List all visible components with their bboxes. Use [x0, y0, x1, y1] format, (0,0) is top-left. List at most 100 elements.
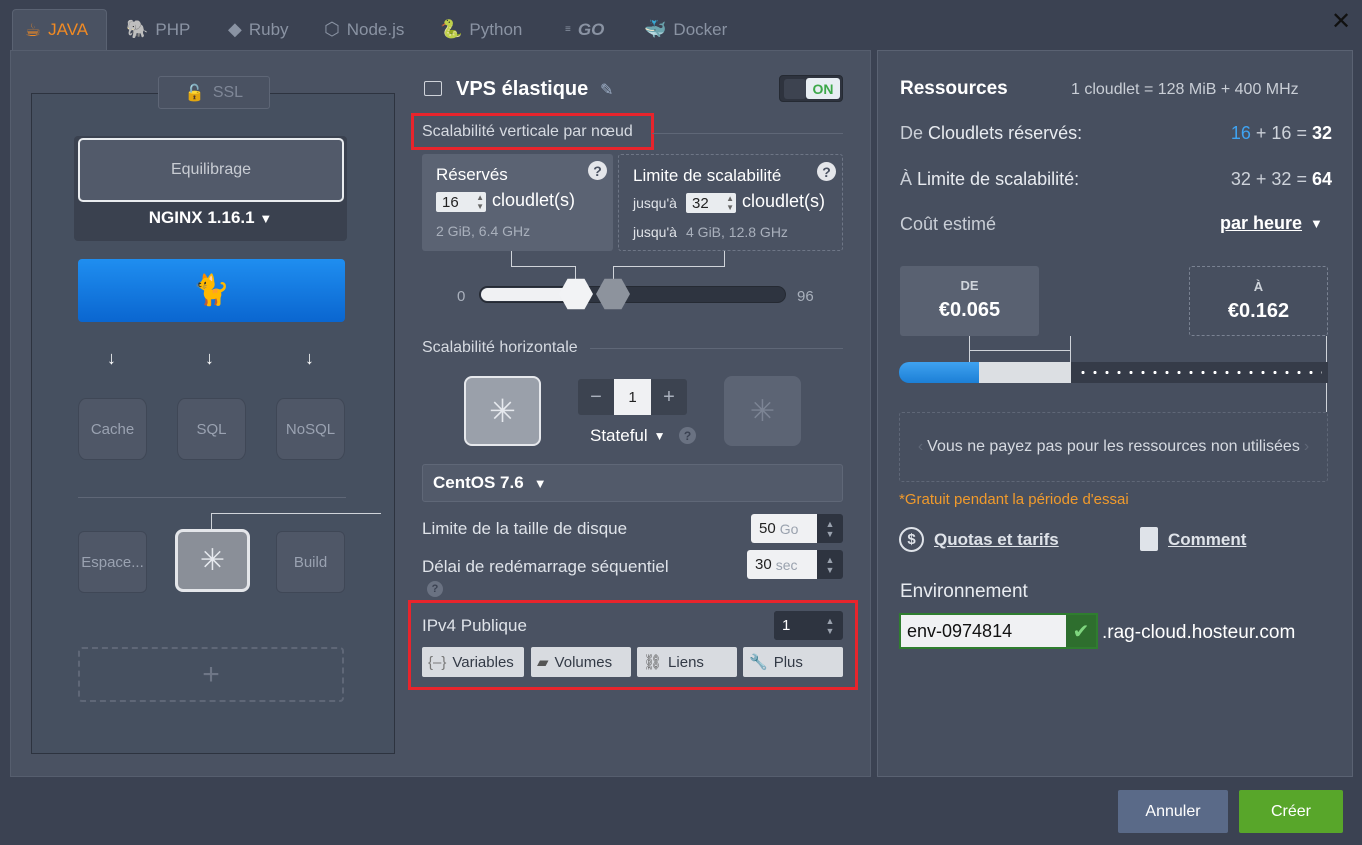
- more-button[interactable]: 🔧 Plus: [743, 647, 843, 677]
- connector-line: [575, 266, 576, 280]
- environment-name-input[interactable]: env-0974814 ✔: [899, 613, 1098, 649]
- help-icon[interactable]: ?: [427, 581, 443, 597]
- environment-domain: .rag-cloud.hosteur.com: [1102, 622, 1296, 643]
- link-icon: ⛓: [643, 654, 663, 671]
- cost-period-select[interactable]: par heure ▼: [1220, 213, 1323, 234]
- reserved-row-value: 16 + 16 = 32: [1230, 123, 1332, 143]
- tab-ruby[interactable]: ◆ Ruby: [216, 9, 301, 50]
- divider: [78, 497, 346, 498]
- tab-java[interactable]: ☕ JAVA: [12, 9, 107, 50]
- cache-node[interactable]: Cache: [78, 398, 147, 460]
- spinner-arrows-icon[interactable]: ▲ ▼: [817, 550, 843, 579]
- horizontal-scaling-label: Scalabilité horizontale: [422, 339, 578, 356]
- centos-node[interactable]: ✳: [464, 376, 541, 446]
- go-icon: ≡: [565, 24, 571, 35]
- minus-button[interactable]: −: [578, 379, 614, 415]
- docker-icon: 🐳: [644, 19, 667, 39]
- chevron-right-icon: ›: [1303, 438, 1310, 455]
- reserved-cloudlets-input[interactable]: 16 ▲ ▼: [436, 192, 486, 212]
- arrow-down-icon: ↓: [107, 348, 116, 368]
- sql-node[interactable]: SQL: [177, 398, 246, 460]
- caret-down-icon: ▼: [653, 429, 666, 443]
- dollar-icon: $: [899, 527, 924, 552]
- tab-docker[interactable]: 🐳 Docker: [632, 9, 739, 50]
- links-button[interactable]: ⛓ Liens: [637, 647, 737, 677]
- volumes-button[interactable]: ▰ Volumes: [531, 647, 631, 677]
- balancer-version-select[interactable]: NGINX 1.16.1 ▼: [74, 208, 347, 228]
- limit-prefix: jusqu'à: [633, 195, 677, 211]
- help-icon[interactable]: ?: [679, 427, 696, 444]
- limit-row-value: 32 + 32 = 64: [1230, 169, 1332, 189]
- caret-down-icon: ▼: [259, 211, 273, 226]
- nosql-node[interactable]: NoSQL: [276, 398, 345, 460]
- limit-cloudlets-input[interactable]: 32 ▲ ▼: [686, 193, 736, 213]
- vps-title: VPS élastique: [456, 78, 589, 100]
- connector-line: [969, 336, 1071, 362]
- help-icon[interactable]: ?: [817, 162, 836, 181]
- ipv4-input[interactable]: 1 ▲ ▼: [774, 611, 843, 640]
- cost-progress-bar: [899, 362, 1328, 383]
- tab-go[interactable]: ≡ GO: [553, 9, 616, 50]
- spinner-arrows-icon[interactable]: ▲ ▼: [817, 611, 843, 640]
- divider: [590, 348, 843, 349]
- arrow-down-icon: ↓: [305, 348, 314, 368]
- connector-line: [511, 251, 575, 267]
- tab-nodejs[interactable]: ⬡ Node.js: [312, 9, 416, 50]
- price-from-card: DE €0.065: [900, 266, 1039, 336]
- build-node[interactable]: Build: [276, 531, 345, 593]
- connector-line: [613, 251, 725, 267]
- ruby-icon: ◆: [228, 19, 242, 39]
- os-select[interactable]: CentOS 7.6 ▼: [422, 464, 843, 502]
- chevron-left-icon: ‹: [917, 438, 924, 455]
- variables-button[interactable]: {–} Variables: [422, 647, 524, 677]
- java-icon: ☕: [25, 19, 42, 40]
- caret-down-icon: ▼: [1310, 216, 1323, 231]
- slider-max: 96: [797, 288, 814, 305]
- cost-label: Coût estimé: [900, 214, 997, 234]
- folder-icon: ▰: [537, 654, 549, 671]
- limit-specs-prefix: jusqu'à: [633, 224, 677, 240]
- tab-php[interactable]: 🐘 PHP: [114, 9, 202, 50]
- add-node-button[interactable]: +: [78, 647, 344, 702]
- reserved-title: Réservés: [436, 165, 508, 184]
- environment-label: Environnement: [900, 581, 1028, 602]
- quotas-link[interactable]: Quotas et tarifs: [934, 530, 1059, 550]
- create-button[interactable]: Créer: [1239, 790, 1343, 833]
- checkmark-icon: ✔: [1066, 615, 1096, 647]
- mode-select[interactable]: Stateful ▼: [590, 426, 666, 446]
- limit-title: Limite de scalabilité: [633, 166, 782, 185]
- tomcat-icon: 🐈: [192, 274, 231, 307]
- ipv4-label: IPv4 Publique: [422, 616, 527, 635]
- disk-limit-input[interactable]: 50 Go ▲ ▼: [751, 514, 843, 543]
- node-count-stepper[interactable]: − 1 +: [578, 379, 687, 415]
- spinner-arrows-icon: ▲ ▼: [476, 193, 484, 211]
- centos-icon: ✳: [489, 393, 516, 429]
- close-icon[interactable]: ✕: [1328, 8, 1354, 35]
- wrench-icon: 🔧: [749, 654, 768, 671]
- vertical-scaling-label: Scalabilité verticale par nœud: [422, 123, 633, 140]
- storage-node[interactable]: Espace...: [78, 531, 147, 593]
- balancer-button[interactable]: Equilibrage: [78, 138, 344, 202]
- braces-icon: {–}: [428, 653, 447, 671]
- plus-button[interactable]: +: [651, 379, 687, 415]
- reserved-row-label: De Cloudlets réservés:: [900, 123, 1083, 143]
- restart-delay-label: Délai de redémarrage séquentiel: [422, 557, 669, 576]
- ssl-button[interactable]: 🔓 SSL: [158, 76, 270, 109]
- tab-python[interactable]: 🐍 Python: [428, 9, 534, 50]
- reserved-cost-fill: [899, 362, 979, 383]
- pencil-icon[interactable]: ✎: [600, 80, 613, 100]
- php-icon: 🐘: [126, 19, 149, 39]
- reserved-specs: 2 GiB, 6.4 GHz: [436, 223, 531, 239]
- lock-icon: 🔓: [184, 84, 205, 102]
- spinner-arrows-icon: ▲ ▼: [726, 194, 734, 212]
- vps-toggle[interactable]: ON: [779, 75, 843, 102]
- cancel-button[interactable]: Annuler: [1118, 790, 1228, 833]
- spinner-arrows-icon[interactable]: ▲ ▼: [817, 514, 843, 543]
- how-link[interactable]: Comment: [1168, 530, 1246, 550]
- arrow-down-icon: ↓: [205, 348, 214, 368]
- vps-node-selected[interactable]: ✳: [175, 529, 250, 592]
- help-icon[interactable]: ?: [588, 161, 607, 180]
- restart-delay-input[interactable]: 30 sec ▲ ▼: [747, 550, 843, 579]
- limit-unit: cloudlet(s): [742, 191, 826, 211]
- tomcat-node[interactable]: 🐈: [78, 259, 345, 322]
